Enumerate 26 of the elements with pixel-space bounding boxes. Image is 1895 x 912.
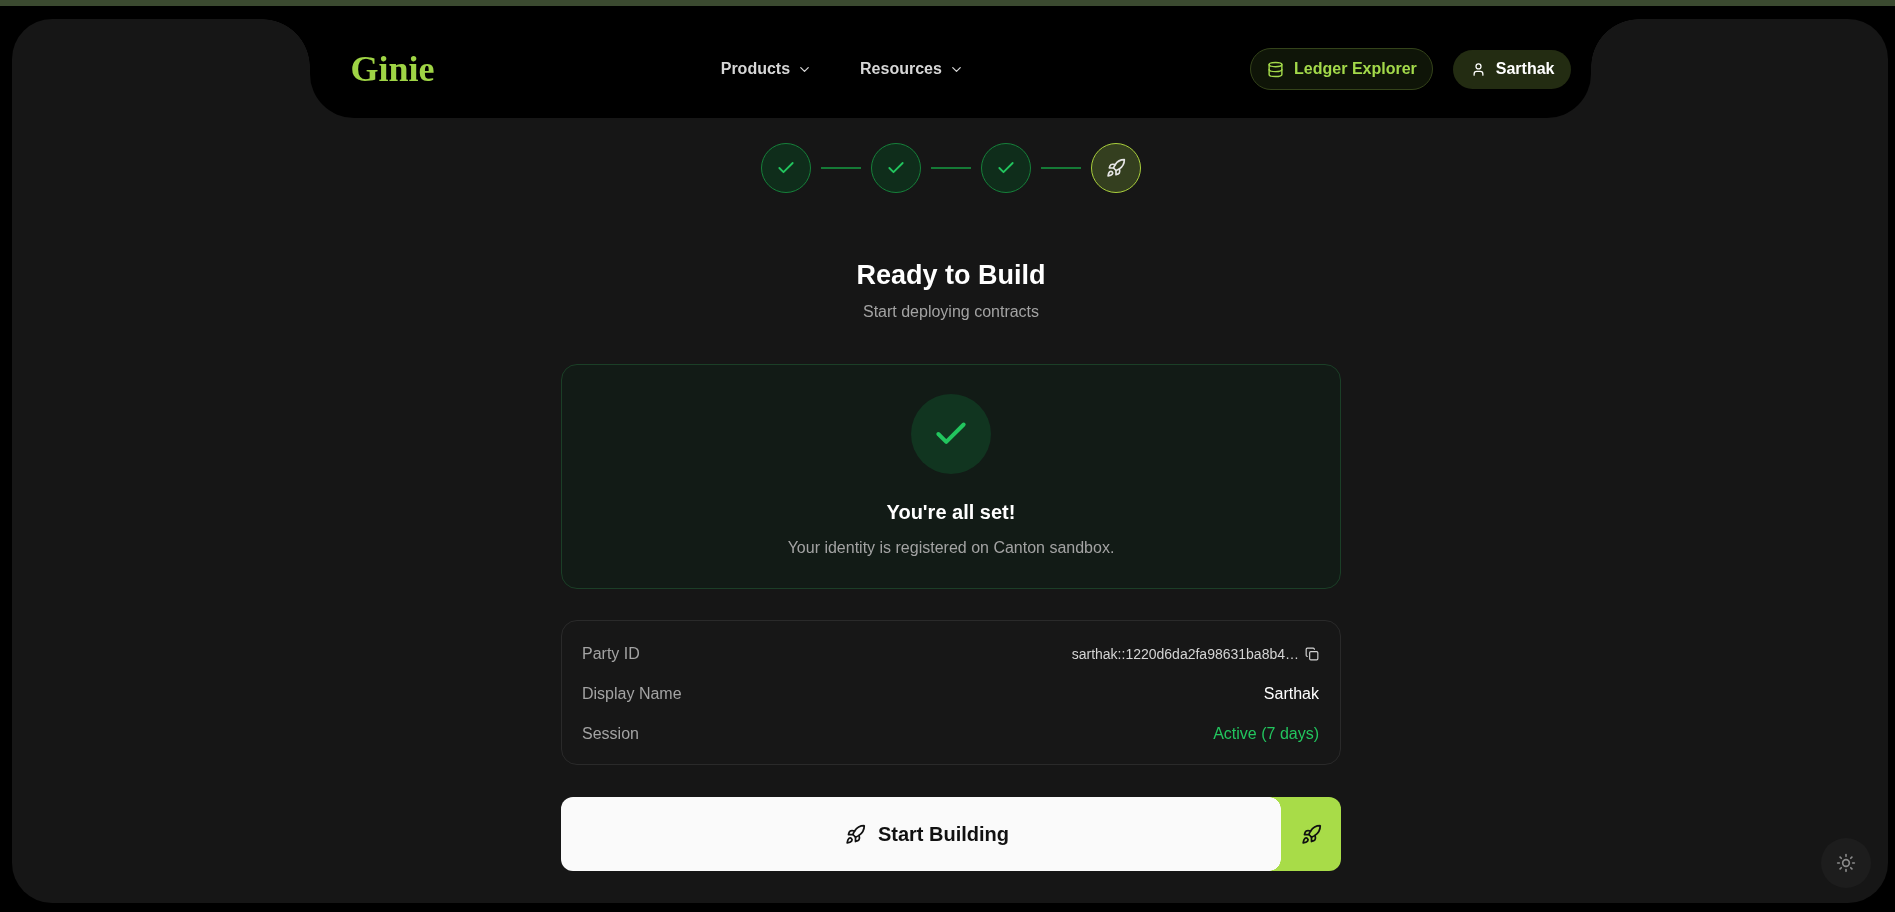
- logo[interactable]: Ginie: [350, 49, 435, 89]
- nav-menu-button[interactable]: Products: [720, 59, 813, 79]
- user-profile-button[interactable]: Sarthak: [1452, 49, 1571, 89]
- step-connector-line: [931, 167, 971, 169]
- step-connector-line: [1041, 167, 1081, 169]
- start-building-button[interactable]: Start Building: [561, 797, 1281, 871]
- success-message: Your identity is registered on Canton sandbox.: [787, 538, 1115, 558]
- rocket-icon: [1300, 823, 1322, 845]
- detail-value: Active (7 days): [1213, 725, 1319, 743]
- rocket-icon: [844, 823, 866, 845]
- success-title: You're all set!: [886, 500, 1016, 524]
- page-subtitle: Start deploying contracts: [862, 302, 1040, 322]
- step-connector-line: [821, 167, 861, 169]
- rocket-button[interactable]: [1281, 797, 1341, 871]
- user-icon: [1470, 61, 1486, 77]
- ledger-explorer-button[interactable]: Ledger Explorer: [1250, 48, 1433, 90]
- detail-label: Party ID: [582, 645, 640, 663]
- copy-icon[interactable]: [1305, 647, 1319, 661]
- detail-label: Session: [582, 725, 639, 743]
- detail-label: Display Name: [582, 685, 682, 703]
- detail-value: sarthak::1220d6da2fa98631ba8b4…: [1071, 646, 1299, 662]
- sun-icon: [1836, 853, 1856, 873]
- detail-value: Sarthak: [1263, 685, 1319, 703]
- nav-menu-button[interactable]: Resources: [860, 59, 964, 79]
- database-icon: [1267, 60, 1285, 78]
- page-title: Ready to Build: [856, 259, 1046, 291]
